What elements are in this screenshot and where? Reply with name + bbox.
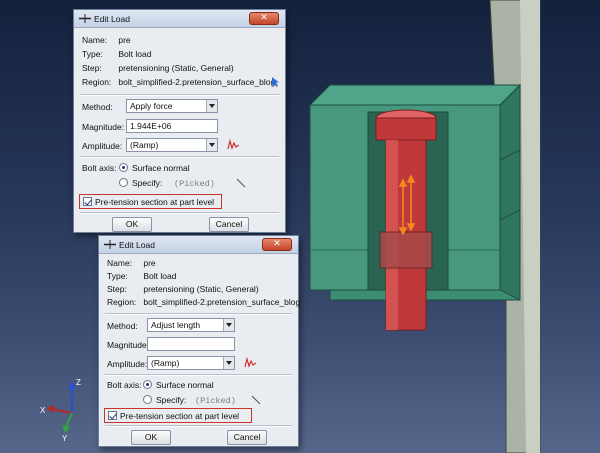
- specify-label: Specify:: [156, 395, 187, 405]
- type-row: Type: Bolt load: [82, 49, 151, 59]
- region-label: Region:: [82, 77, 112, 87]
- type-label: Type:: [82, 49, 103, 59]
- method-label: Method:: [107, 321, 138, 331]
- divider: [105, 313, 292, 315]
- amplitude-value: (Ramp): [130, 140, 159, 150]
- region-row: Region: bolt_simplified-2.pretension_sur…: [107, 297, 300, 307]
- y-label: Y: [62, 434, 68, 443]
- magnitude-label: Magnitude:: [82, 122, 125, 132]
- step-value: pretensioning (Static, General): [143, 284, 259, 294]
- surface-normal-radio[interactable]: [119, 163, 128, 172]
- amplitude-icon[interactable]: [227, 139, 240, 150]
- region-value: bolt_simplified-2.pretension_surface_blo…: [118, 77, 276, 87]
- amplitude-icon[interactable]: [244, 357, 257, 368]
- ok-button[interactable]: OK: [112, 217, 152, 232]
- bolt-axis-label: Bolt axis:: [107, 380, 142, 390]
- x-axis: [51, 408, 73, 414]
- edit-load-dialog-apply-force: Edit Load ✕ Name: pre Type: Bolt load St…: [73, 9, 286, 233]
- region-row: Region: bolt_simplified-2.pretension_sur…: [82, 77, 275, 87]
- step-row: Step: pretensioning (Static, General): [82, 63, 234, 73]
- divider: [80, 94, 279, 96]
- pretension-label: Pre-tension section at part level: [95, 197, 215, 207]
- method-select[interactable]: Adjust length: [147, 318, 235, 332]
- method-label: Method:: [82, 102, 113, 112]
- amplitude-value: (Ramp): [151, 358, 180, 368]
- magnitude-input[interactable]: 1.944E+06: [126, 119, 218, 133]
- region-select-icon[interactable]: [271, 77, 280, 87]
- magnitude-input[interactable]: [147, 337, 235, 351]
- cancel-button[interactable]: Cancel: [209, 217, 249, 232]
- type-label: Type:: [107, 271, 128, 281]
- name-value: pre: [118, 35, 131, 45]
- specify-radio[interactable]: [143, 395, 152, 404]
- close-button[interactable]: ✕: [262, 238, 292, 251]
- pick-arrow-icon[interactable]: [236, 178, 246, 188]
- amplitude-select[interactable]: (Ramp): [147, 356, 235, 370]
- picked-text: (Picked): [174, 179, 215, 189]
- method-value: Apply force: [130, 101, 173, 111]
- pick-arrow-icon[interactable]: [251, 395, 261, 405]
- magnitude-value: 1.944E+06: [130, 121, 172, 131]
- surface-normal-label: Surface normal: [156, 380, 214, 390]
- y-axis: [65, 412, 73, 428]
- bolt-axis-label: Bolt axis:: [82, 163, 117, 173]
- pretension-checkbox[interactable]: [83, 197, 92, 206]
- dialog-titlebar[interactable]: Edit Load ✕: [74, 10, 285, 28]
- region-value: bolt_simplified-2.pretension_surface_blo…: [143, 297, 301, 307]
- divider: [80, 156, 279, 158]
- method-select[interactable]: Apply force: [126, 99, 218, 113]
- app-icon: [79, 14, 91, 23]
- magnitude-label: Magnitude:: [107, 340, 150, 350]
- type-row: Type: Bolt load: [107, 271, 176, 281]
- method-value: Adjust length: [151, 320, 201, 330]
- edit-load-dialog-adjust-length: Edit Load ✕ Name: pre Type: Bolt load St…: [98, 235, 300, 447]
- chevron-down-icon: [223, 357, 234, 369]
- surface-normal-label: Surface normal: [132, 163, 190, 173]
- name-label: Name:: [82, 35, 108, 45]
- step-label: Step:: [107, 284, 127, 294]
- region-label: Region:: [107, 297, 137, 307]
- dialog-title: Edit Load: [94, 14, 130, 24]
- pretension-checkbox[interactable]: [108, 411, 117, 420]
- name-row: Name: pre: [107, 258, 156, 268]
- type-value: Bolt load: [143, 271, 177, 281]
- amplitude-label: Amplitude:: [82, 141, 123, 151]
- z-label: Z: [76, 378, 81, 387]
- type-value: Bolt load: [118, 49, 152, 59]
- cancel-button[interactable]: Cancel: [227, 430, 267, 445]
- x-label: X: [40, 406, 46, 415]
- name-value: pre: [143, 258, 156, 268]
- chevron-down-icon: [206, 100, 217, 112]
- divider: [80, 212, 279, 214]
- chevron-down-icon: [223, 319, 234, 331]
- step-row: Step: pretensioning (Static, General): [107, 284, 259, 294]
- axis-triad: Z X Y: [40, 378, 81, 443]
- ok-button[interactable]: OK: [131, 430, 171, 445]
- amplitude-label: Amplitude:: [107, 359, 148, 369]
- amplitude-select[interactable]: (Ramp): [126, 138, 218, 152]
- specify-label: Specify:: [132, 178, 163, 188]
- specify-radio[interactable]: [119, 178, 128, 187]
- surface-normal-radio[interactable]: [143, 380, 152, 389]
- dialog-title: Edit Load: [119, 240, 155, 250]
- chevron-down-icon: [206, 139, 217, 151]
- step-value: pretensioning (Static, General): [118, 63, 234, 73]
- name-label: Name:: [107, 258, 133, 268]
- picked-text: (Picked): [195, 396, 236, 406]
- divider: [105, 425, 292, 427]
- name-row: Name: pre: [82, 35, 131, 45]
- pretension-label: Pre-tension section at part level: [120, 411, 240, 421]
- close-button[interactable]: ✕: [249, 12, 279, 25]
- dialog-titlebar[interactable]: Edit Load ✕: [99, 236, 298, 254]
- divider: [105, 374, 292, 376]
- step-label: Step:: [82, 63, 102, 73]
- app-icon: [104, 240, 116, 249]
